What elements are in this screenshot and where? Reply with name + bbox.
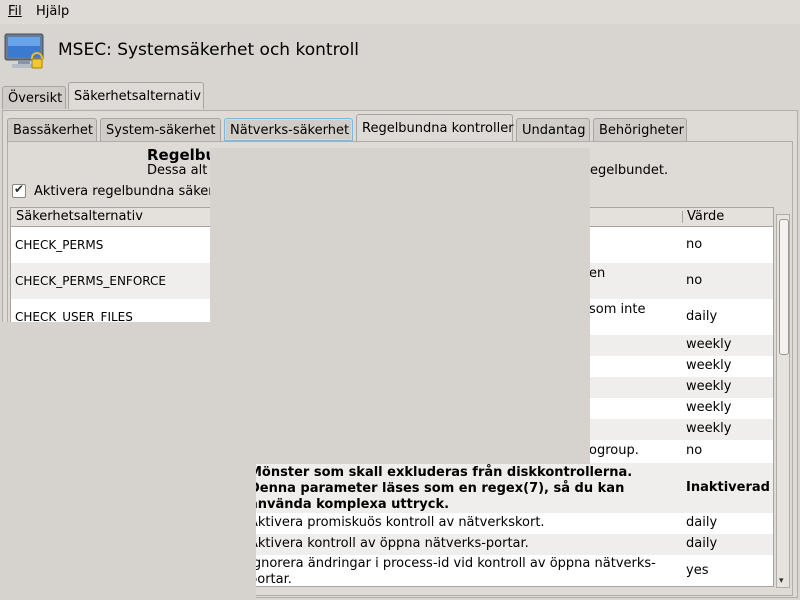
tab-basic-security[interactable]: Bassäkerhet (7, 118, 97, 141)
table-scrollbar[interactable]: ▾ (776, 214, 790, 588)
description-line: Denna parameter läses som en regex(7), s… (249, 481, 625, 496)
enable-periodic-checks-label[interactable]: Aktivera regelbundna säker (34, 184, 214, 199)
tab-exceptions[interactable]: Undantag (516, 118, 590, 141)
tab-network-security[interactable]: Nätverks-säkerhet (224, 118, 353, 141)
menu-file[interactable]: Fil (8, 4, 22, 19)
app-title: MSEC: Systemsäkerhet och kontroll (58, 40, 360, 60)
tab-overview[interactable]: Översikt (2, 86, 66, 109)
menu-help[interactable]: Hjälp (36, 4, 69, 19)
scrollbar-thumb[interactable] (779, 219, 789, 355)
description-line: Ignorera ändringar i process-id vid kont… (249, 556, 656, 571)
tab-security-options[interactable]: Säkerhetsalternativ (68, 82, 204, 109)
page-title: Regelbu (147, 146, 217, 164)
column-header-option[interactable]: Säkerhetsalternativ (16, 209, 143, 224)
page-description: Dessa alt (147, 163, 208, 178)
blank-overlay-region (0, 322, 256, 600)
description-line: Mönster som skall exkluderas från diskko… (249, 465, 633, 480)
page-description-end: egelbundet. (590, 163, 669, 178)
menubar: Fil Hjälp (0, 0, 800, 24)
tab-periodic-checks[interactable]: Regelbundna kontroller (356, 114, 514, 141)
tab-system-security[interactable]: System-säkerhet (100, 118, 221, 141)
enable-periodic-checks-checkbox[interactable] (12, 182, 26, 198)
column-separator (682, 211, 683, 223)
tab-permissions[interactable]: Behörigheter (593, 118, 687, 141)
scroll-down-arrow-icon[interactable]: ▾ (779, 577, 787, 586)
monitor-lock-icon (4, 33, 44, 69)
blank-overlay-region (210, 148, 590, 464)
column-header-value[interactable]: Värde (687, 209, 724, 224)
description-line: använda komplexa uttryck. (249, 497, 450, 512)
